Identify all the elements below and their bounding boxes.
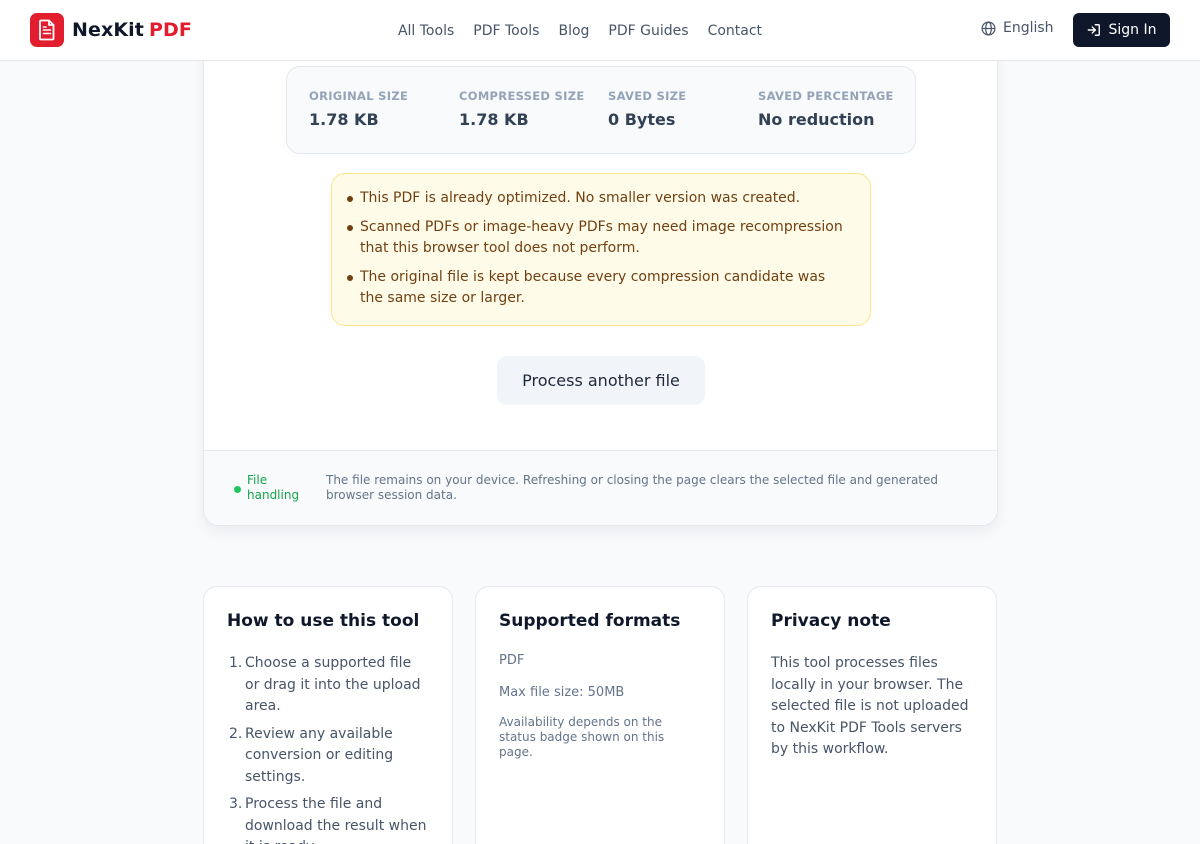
stat-value: 1.78 KB	[459, 110, 529, 129]
privacy-note-card: Privacy note This tool processes files l…	[747, 586, 997, 844]
stat-value: 0 Bytes	[608, 110, 676, 129]
pdf-document-icon	[30, 13, 64, 47]
language-selector[interactable]: English	[981, 20, 1054, 36]
file-handling-text: The file remains on your device. Refresh…	[326, 473, 938, 502]
nav-pdf-guides[interactable]: PDF Guides	[608, 23, 688, 39]
stat-value: No reduction	[758, 110, 875, 129]
how-to-step: 3. Process the file and download the resu…	[229, 796, 427, 844]
stat-value: 1.78 KB	[309, 110, 379, 129]
max-file-size: Max file size: 50MB	[499, 685, 625, 700]
how-to-card: How to use this tool 1. Choose a supporte…	[203, 586, 453, 844]
stat-compressed-size: COMPRESSED SIZE 1.78 KB	[459, 89, 585, 129]
privacy-title: Privacy note	[771, 611, 891, 631]
stat-original-size: ORIGINAL SIZE 1.78 KB	[309, 89, 408, 129]
compression-stats: ORIGINAL SIZE 1.78 KB COMPRESSED SIZE 1.…	[286, 66, 916, 154]
language-label: English	[1003, 20, 1054, 36]
file-handling-strip: File handling The file remains on your d…	[204, 450, 997, 525]
nav-all-tools[interactable]: All Tools	[398, 23, 454, 39]
brand-accent: PDF	[148, 19, 192, 41]
stat-label: SAVED SIZE	[608, 89, 687, 103]
brand-name: NexKit PDF	[72, 19, 192, 41]
notice-item: Scanned PDFs or image-heavy PDFs may nee…	[347, 217, 850, 260]
login-icon	[1087, 24, 1100, 36]
process-another-file-button[interactable]: Process another file	[497, 356, 705, 405]
globe-icon	[981, 21, 996, 35]
nav-blog[interactable]: Blog	[558, 23, 589, 39]
stat-label: ORIGINAL SIZE	[309, 89, 409, 103]
sign-in-button[interactable]: Sign In	[1073, 13, 1170, 47]
top-header: NexKit PDF All Tools PDF Tools Blog PDF G…	[0, 0, 1200, 61]
format-value: PDF	[499, 653, 525, 668]
brand-logo[interactable]: NexKit PDF	[30, 13, 192, 47]
compression-result-card: ORIGINAL SIZE 1.78 KB COMPRESSED SIZE 1.…	[203, 40, 998, 526]
privacy-text: This tool processes files locally in you…	[771, 655, 969, 757]
supported-formats-card: Supported formats PDF Max file size: 50M…	[475, 586, 725, 844]
availability-note: Availability depends on the status badge…	[499, 715, 665, 759]
nav-pdf-tools[interactable]: PDF Tools	[473, 23, 539, 39]
formats-title: Supported formats	[499, 611, 681, 631]
stat-saved-size: SAVED SIZE 0 Bytes	[608, 89, 686, 129]
notice-item: The original file is kept because every …	[347, 267, 850, 310]
optimization-notice: This PDF is already optimized. No smalle…	[331, 173, 871, 326]
stat-saved-percentage: SAVED PERCENTAGE No reduction	[758, 89, 894, 129]
stat-label: COMPRESSED SIZE	[459, 89, 585, 103]
file-handling-label: File handling	[247, 473, 300, 502]
how-to-step: 2. Review any available conversion or edi…	[229, 725, 394, 785]
how-to-title: How to use this tool	[227, 611, 420, 631]
sign-in-label: Sign In	[1108, 22, 1157, 38]
notice-item: This PDF is already optimized. No smalle…	[347, 188, 850, 210]
status-dot-icon	[234, 486, 241, 493]
how-to-step: 1. Choose a supported file or drag it int…	[229, 655, 421, 714]
stat-label: SAVED PERCENTAGE	[758, 89, 894, 103]
nav-contact[interactable]: Contact	[708, 23, 762, 39]
